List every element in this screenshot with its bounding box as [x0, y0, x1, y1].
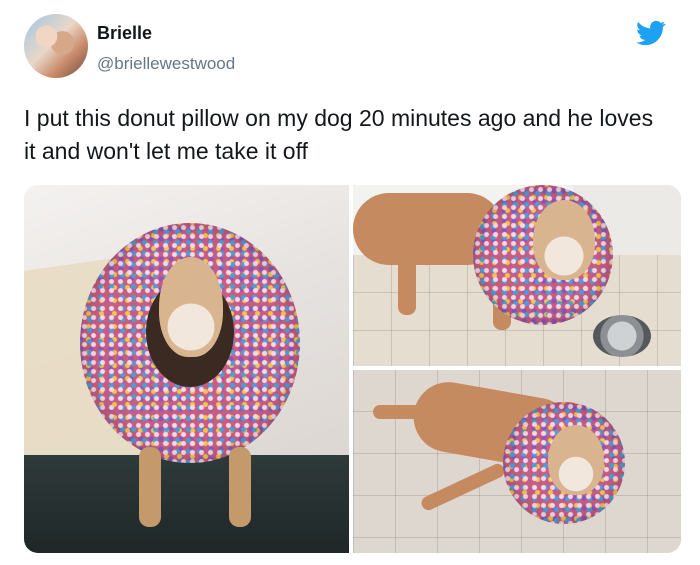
twitter-bird-icon[interactable]: [634, 18, 668, 48]
dog-donut-lying-photo[interactable]: [353, 370, 681, 553]
author-name[interactable]: Brielle: [97, 23, 152, 44]
media-grid: [24, 185, 681, 553]
tweet-card: Brielle @briellewestwood I put this donu…: [0, 0, 700, 565]
user-avatar[interactable]: [24, 14, 88, 78]
dog-donut-bed-photo[interactable]: [24, 185, 349, 553]
tweet-text: I put this donut pillow on my dog 20 min…: [24, 105, 654, 164]
author-handle[interactable]: @briellewestwood: [97, 54, 235, 74]
tweet-header: Brielle @briellewestwood: [24, 14, 674, 80]
dog-donut-standing-photo[interactable]: [353, 185, 681, 366]
